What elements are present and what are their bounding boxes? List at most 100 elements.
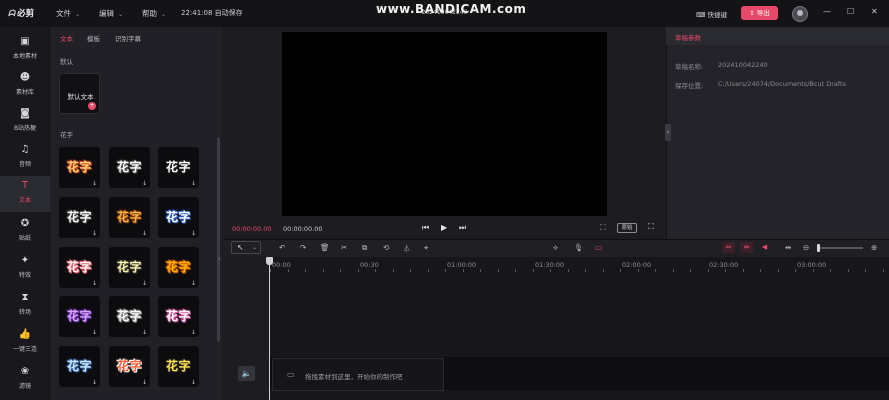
fancy-text-tile[interactable]: 花字 ↓: [59, 296, 100, 337]
fancy-text-preview: 花字: [165, 359, 191, 373]
ruler-tick-mark: [778, 269, 779, 272]
fancy-text-tile[interactable]: 花字 ↓: [158, 147, 199, 188]
shortcut-button[interactable]: ⌨ 快捷键: [696, 9, 727, 19]
next-frame-icon[interactable]: ⏭: [459, 223, 466, 233]
mute-track-button[interactable]: 🔈: [238, 366, 255, 381]
aspect-original-button[interactable]: 原始: [617, 223, 637, 233]
preview-axis-icon[interactable]: ◀: [758, 242, 771, 253]
section-default-title: 默认: [60, 58, 73, 66]
fancy-text-tile[interactable]: 花字 ↓: [109, 247, 150, 288]
delete-icon[interactable]: 🗑: [320, 243, 330, 252]
split-icon[interactable]: ✂: [341, 243, 347, 252]
fancy-text-tile[interactable]: 花字 ↓: [109, 296, 150, 337]
sidebar-item-local-media[interactable]: ▣ 本地素材: [0, 32, 50, 68]
download-icon[interactable]: ↓: [92, 329, 97, 336]
tab-templates[interactable]: 模板: [87, 33, 100, 43]
ruler-tick-mark: [883, 269, 884, 272]
crop-icon[interactable]: ⛶: [600, 223, 606, 233]
fancy-text-tile[interactable]: 花字 ↓: [109, 346, 150, 387]
sidebar-item-transitions[interactable]: ⧗ 转场: [0, 288, 50, 324]
fancy-text-tile[interactable]: 花字 ↓: [109, 147, 150, 188]
fit-timeline-icon[interactable]: ⇹: [785, 243, 791, 252]
sidebar-item-effects[interactable]: ✦ 特效: [0, 251, 50, 287]
select-tool-dropdown[interactable]: ↖ ⌄: [231, 241, 261, 254]
draft-name-key: 草稿名称:: [675, 63, 704, 71]
fancy-text-preview: 花字: [116, 210, 142, 224]
sidebar-item-text[interactable]: T 文本: [0, 176, 50, 212]
props-expand-handle[interactable]: ›: [665, 124, 671, 141]
playhead-handle[interactable]: [266, 257, 273, 265]
microphone-icon[interactable]: 🎙: [574, 243, 584, 252]
undo-icon[interactable]: ↶: [279, 243, 285, 252]
collapse-panel-icon[interactable]: ‹: [218, 255, 221, 263]
sidebar-item-bilibili-memes[interactable]: ◙ B站热梗: [0, 104, 50, 140]
ruler-tick-label: 03:00:00: [797, 261, 827, 269]
fancy-text-tile[interactable]: 花字 ↓: [158, 296, 199, 337]
tab-text[interactable]: 文本: [60, 33, 73, 43]
maximize-icon[interactable]: ☐: [847, 7, 854, 16]
download-icon[interactable]: ↓: [142, 280, 147, 287]
sidebar-item-label: 一键三连: [12, 346, 37, 353]
download-icon[interactable]: ↓: [191, 329, 196, 336]
tab-subtitle-recognition[interactable]: 识别字幕: [115, 33, 141, 43]
auto-frame-icon[interactable]: ⟡: [553, 243, 558, 253]
zoom-slider[interactable]: [818, 247, 863, 249]
download-icon[interactable]: ↓: [92, 180, 97, 187]
sidebar-item-stickers[interactable]: ✪ 贴纸: [0, 214, 50, 250]
avatar[interactable]: [792, 6, 808, 22]
download-icon[interactable]: ↓: [92, 280, 97, 287]
record-screen-icon[interactable]: ▭: [595, 243, 602, 252]
mirror-icon[interactable]: ⏃: [403, 243, 411, 254]
total-time: 00:00:00.00: [283, 225, 323, 233]
export-button[interactable]: ⇪ 导出: [741, 6, 778, 20]
ruler-tick-mark: [270, 269, 271, 272]
pin-icon[interactable]: ⌖: [424, 243, 428, 253]
download-icon[interactable]: ↓: [92, 379, 97, 386]
download-icon[interactable]: ↓: [142, 329, 147, 336]
ruler-tick-mark: [813, 269, 814, 272]
download-icon[interactable]: ↓: [142, 180, 147, 187]
playhead[interactable]: [269, 258, 270, 400]
panel-scrollbar[interactable]: [217, 137, 220, 342]
fancy-text-tile[interactable]: 花字 ↓: [59, 197, 100, 238]
drop-hint-area[interactable]: ▭ 拖拽素材到这里，开始你的制作吧: [272, 358, 444, 391]
fullscreen-icon[interactable]: ⛶: [648, 222, 654, 232]
freeze-frame-icon[interactable]: ⧉: [362, 243, 367, 253]
fancy-text-tile[interactable]: 花字 ↓: [158, 346, 199, 387]
download-icon[interactable]: ↓: [142, 230, 147, 237]
fancy-text-tile[interactable]: 花字 ↓: [158, 247, 199, 288]
download-icon[interactable]: ↓: [191, 379, 196, 386]
preview-screen[interactable]: [282, 32, 607, 216]
ruler-tick-mark: [795, 269, 796, 272]
snap-icon[interactable]: ⇹: [740, 242, 753, 253]
fancy-text-tile[interactable]: 花字 ↓: [109, 197, 150, 238]
sidebar-item-audio[interactable]: ♫ 音频: [0, 140, 50, 176]
download-icon[interactable]: ↓: [191, 280, 196, 287]
fancy-text-tile[interactable]: 花字 ↓: [158, 197, 199, 238]
add-icon[interactable]: +: [88, 102, 96, 110]
previous-frame-icon[interactable]: ⏮: [422, 223, 429, 233]
redo-icon[interactable]: ↷: [300, 243, 306, 252]
sidebar-item-triple-combo[interactable]: 👍 一键三连: [0, 325, 50, 361]
fancy-text-tile[interactable]: 花字 ↓: [59, 346, 100, 387]
default-text-card[interactable]: 默认文本 +: [59, 73, 100, 114]
fancy-text-tile[interactable]: 花字 ↓: [59, 247, 100, 288]
zoom-out-icon[interactable]: ⊖: [803, 243, 809, 252]
reverse-icon[interactable]: ⟲: [383, 243, 389, 252]
close-icon[interactable]: ✕: [871, 7, 878, 16]
sidebar-item-library[interactable]: ☻ 素材库: [0, 68, 50, 104]
play-icon[interactable]: ▶: [441, 223, 447, 232]
fancy-text-tile[interactable]: 花字 ↓: [59, 147, 100, 188]
download-icon[interactable]: ↓: [191, 230, 196, 237]
download-icon[interactable]: ↓: [191, 180, 196, 187]
ruler-tick-mark: [848, 269, 849, 272]
sidebar-item-filters[interactable]: ❀ 滤镜: [0, 362, 50, 398]
fancy-text-preview: 花字: [116, 160, 142, 174]
link-tracks-icon[interactable]: ⇔: [722, 242, 735, 253]
zoom-slider-handle[interactable]: [817, 244, 820, 252]
ruler-tick-label: 02:00:00: [622, 261, 652, 269]
minimize-icon[interactable]: —: [823, 7, 831, 16]
download-icon[interactable]: ↓: [142, 379, 147, 386]
zoom-in-icon[interactable]: ⊕: [871, 243, 877, 252]
download-icon[interactable]: ↓: [92, 230, 97, 237]
